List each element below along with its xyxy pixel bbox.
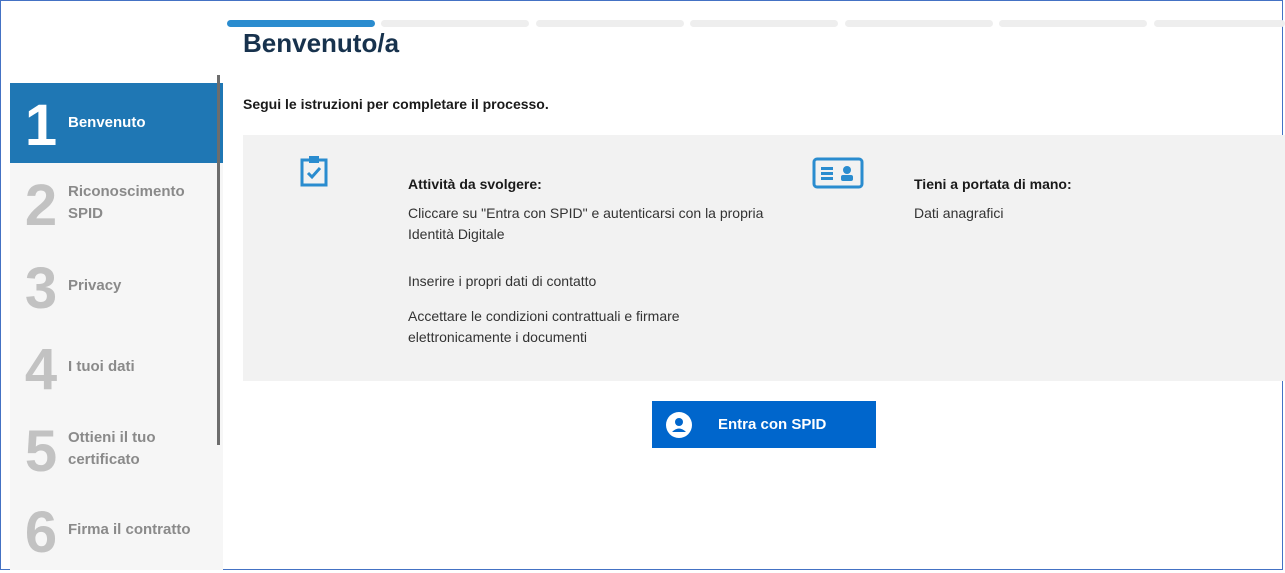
progress-segment-2 [381,20,529,27]
progress-bar [227,20,1285,28]
progress-segment-1 [227,20,375,27]
entra-con-spid-button[interactable]: Entra con SPID [652,401,876,448]
user-circle-icon [666,411,692,438]
step-label: Benvenuto [68,114,146,131]
progress-segment-3 [536,20,684,27]
steps-sidebar: 1 Benvenuto 2 Riconoscimento SPID 3 Priv… [10,83,223,570]
intro-text: Segui le istruzioni per completare il pr… [243,96,549,112]
step-label: Privacy [68,277,122,294]
step-label: I tuoi dati [68,358,135,375]
step-number: 2 [24,173,58,238]
step-number: 3 [24,256,58,321]
step-i-tuoi-dati[interactable]: 4 I tuoi dati [10,327,223,407]
keep-handy-item: Dati anagrafici [914,205,1004,221]
sidebar-scrollbar[interactable] [217,75,220,445]
clipboard-check-icon [300,155,328,192]
spid-button-label: Entra con SPID [718,416,827,433]
info-panel: Attività da svolgere: Cliccare su "Entra… [243,135,1285,381]
step-number: 4 [24,337,58,402]
activity-item: Inserire i propri dati di contatto [408,273,597,289]
step-label: Riconoscimento SPID [68,183,185,222]
activities-title: Attività da svolgere: [408,176,542,192]
step-riconoscimento-spid[interactable]: 2 Riconoscimento SPID [10,163,223,243]
step-number: 5 [24,419,58,484]
step-number: 1 [24,93,58,158]
progress-segment-6 [999,20,1147,27]
page-title: Benvenuto/a [243,28,400,58]
activity-item: Cliccare su "Entra con SPID" e autentica… [408,205,764,242]
id-card-icon [812,157,864,194]
progress-segment-7 [1154,20,1285,27]
step-privacy[interactable]: 3 Privacy [10,246,223,326]
keep-handy-title: Tieni a portata di mano: [914,176,1072,192]
step-ottieni-certificato[interactable]: 5 Ottieni il tuo certificato [10,409,223,489]
progress-segment-5 [845,20,993,27]
progress-segment-4 [690,20,838,27]
step-firma-contratto[interactable]: 6 Firma il contratto [10,490,223,570]
step-label: Ottieni il tuo certificato [68,429,156,468]
step-label: Firma il contratto [68,521,191,538]
step-benvenuto[interactable]: 1 Benvenuto [10,83,223,163]
activity-item: Accettare le condizioni contrattuali e f… [408,308,680,345]
step-number: 6 [24,500,58,565]
